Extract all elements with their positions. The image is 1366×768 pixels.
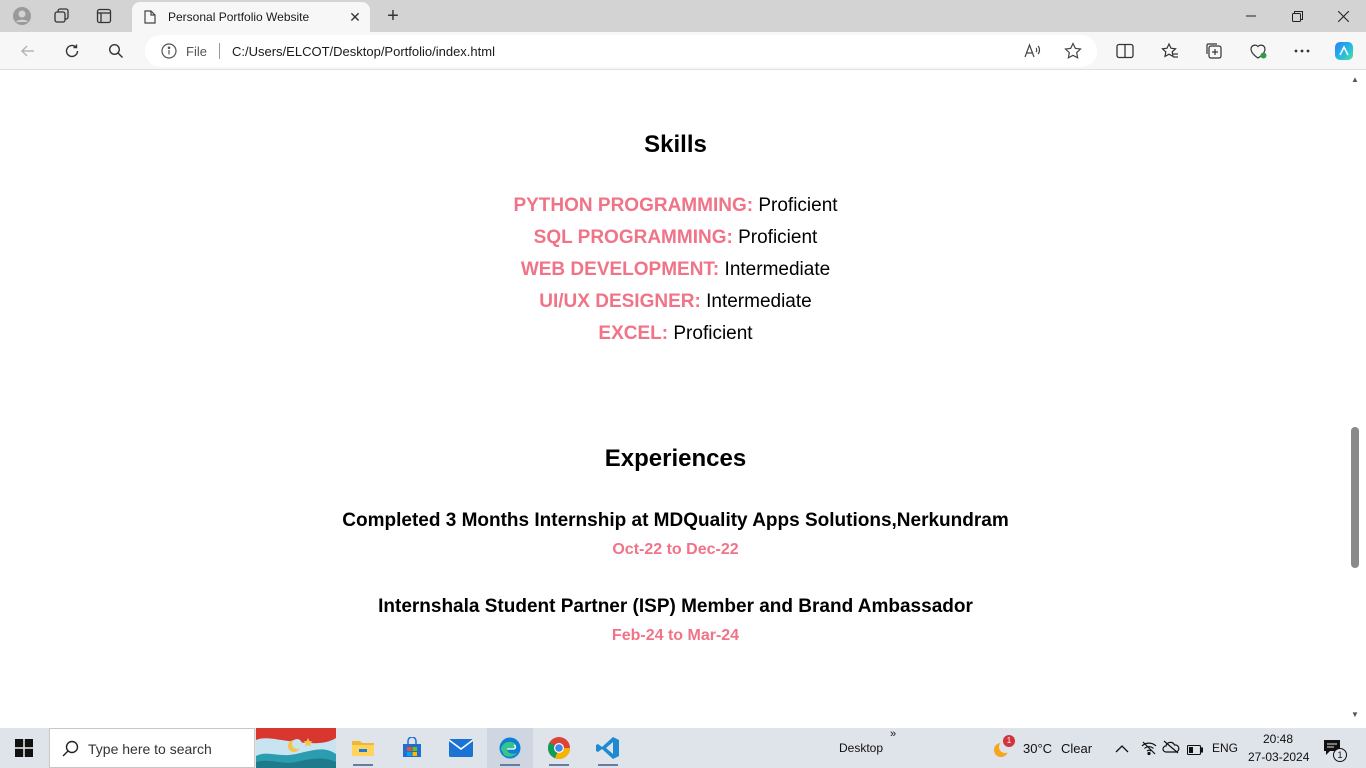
page-icon bbox=[144, 10, 156, 29]
copilot-icon[interactable] bbox=[1330, 37, 1358, 65]
skill-level: Proficient bbox=[758, 195, 838, 216]
skill-row: PYTHON PROGRAMMING: Proficient bbox=[3, 195, 1348, 217]
windows-start-button[interactable] bbox=[0, 728, 48, 768]
weather-badge: 1 bbox=[1003, 735, 1015, 747]
vscode-icon[interactable] bbox=[585, 728, 631, 768]
restore-button[interactable] bbox=[1274, 0, 1320, 32]
search-icon[interactable] bbox=[102, 37, 130, 65]
weather-description[interactable]: Clear bbox=[1061, 741, 1092, 756]
search-highlight-image[interactable] bbox=[256, 728, 336, 768]
address-scheme-label: File bbox=[186, 44, 207, 59]
file-explorer-icon[interactable] bbox=[340, 728, 386, 768]
browser-toolbar: File C:/Users/ELCOT/Desktop/Portfolio/in… bbox=[0, 32, 1366, 70]
skills-heading: Skills bbox=[644, 131, 707, 158]
desktop-toolbar-label[interactable]: Desktop bbox=[839, 741, 883, 755]
onedrive-cloud-icon[interactable] bbox=[1162, 740, 1180, 759]
browser-essentials-icon[interactable] bbox=[1244, 37, 1272, 65]
skill-name: UI/UX DESIGNER: bbox=[539, 291, 701, 312]
scroll-up-icon[interactable]: ▲ bbox=[1349, 74, 1361, 84]
running-indicator bbox=[598, 764, 618, 766]
edge-browser-icon[interactable] bbox=[487, 728, 533, 768]
new-tab-button[interactable]: + bbox=[380, 4, 406, 28]
search-icon bbox=[62, 740, 79, 762]
browser-tab-bar: Personal Portfolio Website ✕ + bbox=[0, 0, 1366, 32]
experience-date: Oct-22 to Dec-22 bbox=[612, 541, 739, 558]
profile-icon[interactable] bbox=[8, 4, 36, 28]
scroll-down-icon[interactable]: ▼ bbox=[1349, 709, 1361, 719]
skill-name: SQL PROGRAMMING: bbox=[533, 227, 733, 248]
skill-level: Proficient bbox=[673, 323, 753, 344]
skill-level: Intermediate bbox=[706, 291, 812, 312]
info-icon[interactable] bbox=[161, 43, 177, 59]
scrollbar-thumb[interactable] bbox=[1351, 427, 1359, 568]
experience-date: Feb-24 to Mar-24 bbox=[611, 627, 740, 644]
language-indicator[interactable]: ENG bbox=[1212, 741, 1238, 755]
clock-time[interactable]: 20:48 bbox=[1263, 732, 1293, 746]
page-viewport: Skills PYTHON PROGRAMMING: Proficient SQ… bbox=[3, 70, 1348, 722]
network-icon[interactable] bbox=[1141, 740, 1157, 761]
skill-row: UI/UX DESIGNER: Intermediate bbox=[3, 291, 1348, 313]
collections-icon[interactable] bbox=[1200, 37, 1228, 65]
read-aloud-icon[interactable] bbox=[1023, 41, 1043, 61]
split-screen-icon[interactable] bbox=[1111, 37, 1139, 65]
tab-portfolio[interactable]: Personal Portfolio Website ✕ bbox=[132, 2, 370, 32]
experience-title: Completed 3 Months Internship at MDQuali… bbox=[342, 510, 1009, 531]
more-options-icon[interactable] bbox=[1288, 37, 1316, 65]
skill-name: EXCEL: bbox=[598, 323, 669, 344]
microsoft-store-icon[interactable] bbox=[389, 728, 435, 768]
refresh-icon[interactable] bbox=[58, 37, 86, 65]
skill-level: Proficient bbox=[738, 227, 818, 248]
taskbar-search-box[interactable]: Type here to search bbox=[49, 728, 255, 768]
experiences-heading: Experiences bbox=[604, 445, 747, 472]
experience-title: Internshala Student Partner (ISP) Member… bbox=[378, 596, 973, 617]
vertical-tabs-icon[interactable] bbox=[90, 4, 118, 28]
running-indicator bbox=[353, 764, 373, 766]
favorites-icon[interactable] bbox=[1156, 37, 1184, 65]
mail-icon[interactable] bbox=[438, 728, 484, 768]
notification-count-badge: 1 bbox=[1333, 748, 1347, 762]
page-scrollbar[interactable] bbox=[1348, 70, 1366, 722]
tab-title: Personal Portfolio Website bbox=[168, 10, 310, 24]
skill-name: WEB DEVELOPMENT: bbox=[520, 259, 720, 280]
skill-row: EXCEL: Proficient bbox=[3, 323, 1348, 345]
minimize-button[interactable] bbox=[1228, 0, 1274, 32]
workspaces-icon[interactable] bbox=[48, 4, 76, 28]
back-icon[interactable] bbox=[14, 37, 42, 65]
clock-date[interactable]: 27-03-2024 bbox=[1248, 750, 1309, 764]
skill-row: WEB DEVELOPMENT: Intermediate bbox=[3, 259, 1348, 281]
favorite-star-icon[interactable] bbox=[1063, 41, 1083, 61]
skill-level: Intermediate bbox=[724, 259, 831, 280]
tab-close-icon[interactable]: ✕ bbox=[346, 8, 364, 26]
chevron-up-icon[interactable] bbox=[1115, 741, 1129, 759]
toolbar-overflow-icon[interactable]: » bbox=[890, 728, 896, 740]
close-window-button[interactable] bbox=[1320, 0, 1366, 32]
battery-icon[interactable] bbox=[1186, 742, 1204, 760]
address-separator bbox=[219, 43, 220, 59]
skill-row: SQL PROGRAMMING: Proficient bbox=[3, 227, 1348, 249]
windows-taskbar: Type here to search Desktop » 1 30°C Cle… bbox=[0, 728, 1366, 768]
skill-name: PYTHON PROGRAMMING: bbox=[513, 195, 754, 216]
address-bar[interactable]: File C:/Users/ELCOT/Desktop/Portfolio/in… bbox=[145, 35, 1097, 67]
weather-temperature[interactable]: 30°C bbox=[1023, 741, 1052, 756]
search-placeholder: Type here to search bbox=[88, 741, 212, 757]
running-indicator bbox=[500, 764, 520, 766]
chrome-icon[interactable] bbox=[536, 728, 582, 768]
running-indicator bbox=[549, 764, 569, 766]
address-url[interactable]: C:/Users/ELCOT/Desktop/Portfolio/index.h… bbox=[232, 44, 495, 59]
